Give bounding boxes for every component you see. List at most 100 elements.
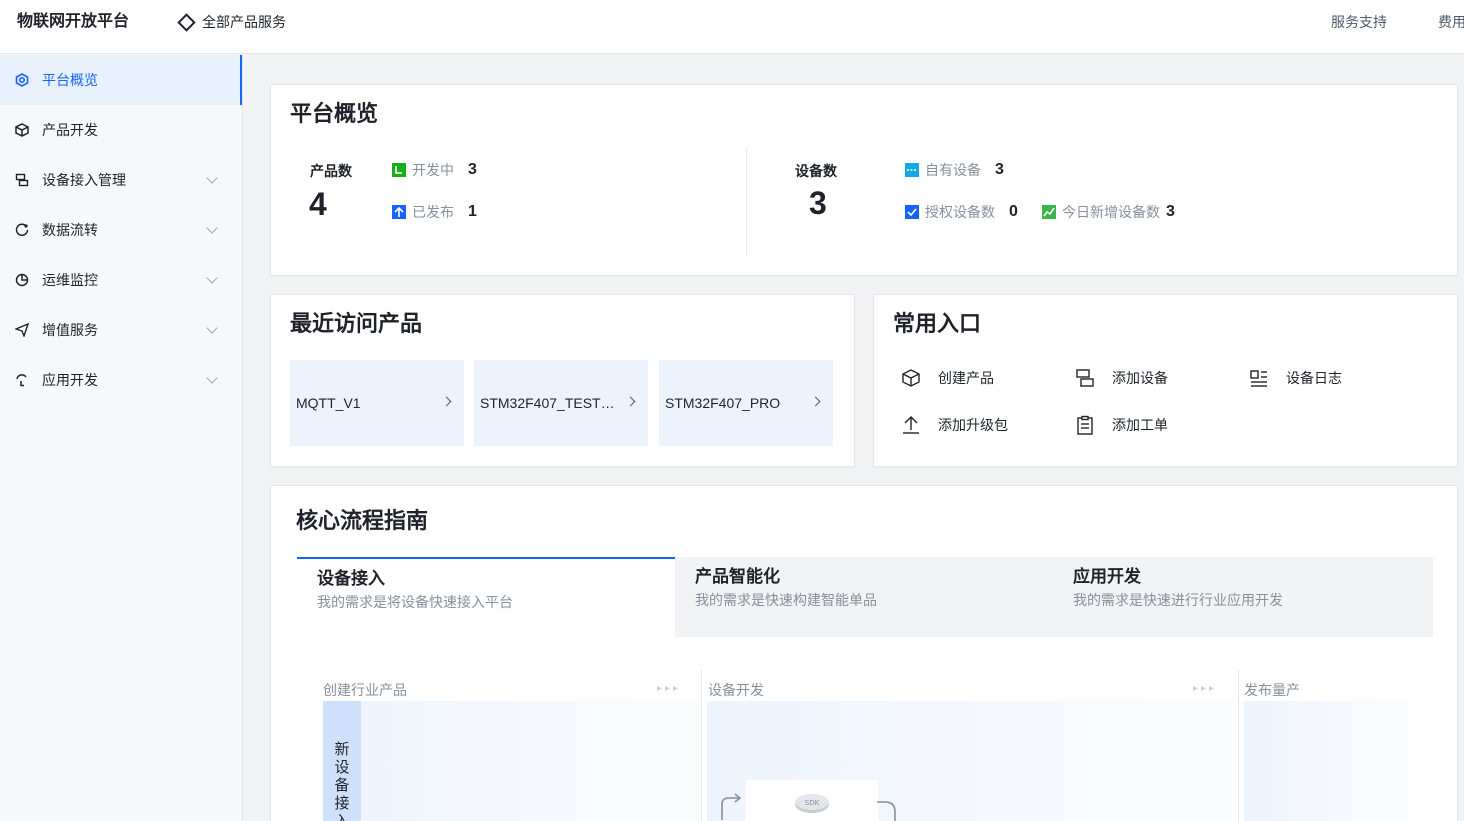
recent-product-name: MQTT_V1 bbox=[296, 395, 361, 411]
entry-label: 添加设备 bbox=[1112, 370, 1168, 386]
tab-title: 应用开发 bbox=[1073, 567, 1141, 586]
entry-label: 添加工单 bbox=[1112, 417, 1168, 433]
product-count-label: 产品数 bbox=[310, 163, 352, 179]
device-count[interactable]: 3 bbox=[809, 185, 827, 221]
authorized-device-stat[interactable]: 授权设备数 0 bbox=[905, 202, 1018, 222]
sidebar-item-monitoring[interactable]: 运维监控 bbox=[0, 255, 242, 305]
tab-device-access[interactable]: 设备接入 我的需求是将设备快速接入平台 bbox=[297, 557, 675, 637]
loop-arrow-icon bbox=[721, 793, 742, 820]
step-mass-production: 发布量产 bbox=[1244, 682, 1300, 698]
diamond-icon bbox=[177, 12, 196, 32]
add-upgrade-package-entry[interactable]: 添加升级包 bbox=[900, 414, 1008, 436]
chevron-down-icon[interactable] bbox=[206, 372, 218, 384]
sdk-card: SDK bbox=[746, 780, 878, 821]
product-count[interactable]: 4 bbox=[309, 186, 327, 222]
recent-product-item[interactable]: STM32F407_PRO bbox=[659, 360, 833, 446]
overview-icon bbox=[14, 72, 30, 88]
chevron-down-icon[interactable] bbox=[206, 222, 218, 234]
add-work-order-entry[interactable]: 添加工单 bbox=[1074, 414, 1168, 436]
tab-title: 产品智能化 bbox=[695, 567, 780, 586]
own-device-icon bbox=[905, 163, 919, 177]
add-device-icon bbox=[1074, 367, 1096, 389]
brand-title[interactable]: 物联网开放平台 bbox=[17, 12, 129, 32]
pie-chart-icon bbox=[14, 272, 30, 288]
chevron-down-icon[interactable] bbox=[206, 272, 218, 284]
vertical-tab-label: 新设备接入 bbox=[334, 741, 350, 821]
tab-title: 设备接入 bbox=[317, 569, 385, 588]
chevron-right-icon bbox=[441, 396, 452, 407]
data-flow-icon bbox=[14, 222, 30, 238]
entry-label: 创建产品 bbox=[938, 370, 994, 386]
step-divider bbox=[701, 670, 702, 821]
chevron-right-icon bbox=[625, 396, 636, 407]
recent-product-item[interactable]: MQTT_V1 bbox=[290, 360, 464, 446]
authorized-device-count: 0 bbox=[1009, 203, 1018, 220]
sidebar-item-overview[interactable]: 平台概览 bbox=[0, 55, 242, 105]
step-panel-create bbox=[323, 701, 699, 821]
own-device-stat[interactable]: 自有设备 3 bbox=[905, 160, 1004, 180]
device-log-entry[interactable]: 设备日志 bbox=[1248, 367, 1342, 389]
sidebar-item-label: 产品开发 bbox=[42, 122, 98, 138]
recent-products-card: 最近访问产品 MQTT_V1 STM32F407_TEST… STM32F407… bbox=[270, 294, 855, 467]
own-device-count: 3 bbox=[995, 161, 1004, 178]
new-today-label: 今日新增设备数 bbox=[1062, 204, 1160, 220]
step-device-dev: 设备开发 bbox=[708, 682, 764, 698]
app-dev-icon bbox=[14, 372, 30, 388]
sidebar-item-value-added[interactable]: 增值服务 bbox=[0, 305, 242, 355]
overview-title: 平台概览 bbox=[290, 101, 379, 126]
top-bar: 物联网开放平台 全部产品服务 服务支持 费用 bbox=[0, 0, 1464, 54]
log-list-icon bbox=[1248, 367, 1270, 389]
sidebar-item-label: 应用开发 bbox=[42, 372, 98, 388]
sdk-label: SDK bbox=[805, 799, 820, 807]
authorized-device-label: 授权设备数 bbox=[925, 204, 995, 220]
sidebar-item-app-dev[interactable]: 应用开发 bbox=[0, 355, 242, 405]
recent-product-name: STM32F407_PRO bbox=[665, 395, 781, 411]
published-stat[interactable]: 已发布 1 bbox=[392, 202, 477, 222]
sidebar-item-label: 设备接入管理 bbox=[42, 172, 126, 188]
developing-stat[interactable]: 开发中 3 bbox=[392, 160, 477, 180]
overview-card: 平台概览 产品数 4 开发中 3 已发布 1 设备数 3 自有设备 3 授权设备… bbox=[270, 84, 1458, 276]
create-product-entry[interactable]: 创建产品 bbox=[900, 367, 994, 389]
device-access-icon bbox=[14, 172, 30, 188]
cube-icon bbox=[900, 367, 922, 389]
chevron-down-icon[interactable] bbox=[206, 322, 218, 334]
chevron-right-icon bbox=[810, 396, 821, 407]
core-guide-card: 核心流程指南 设备接入 我的需求是将设备快速接入平台 产品智能化 我的需求是快速… bbox=[270, 485, 1458, 821]
step-panel-production bbox=[1244, 701, 1407, 821]
all-products-label: 全部产品服务 bbox=[202, 14, 286, 30]
chevron-down-icon[interactable] bbox=[206, 172, 218, 184]
loop-arrow-icon bbox=[877, 801, 896, 821]
new-today-count: 3 bbox=[1166, 203, 1175, 220]
recent-product-name: STM32F407_TEST… bbox=[480, 395, 615, 411]
guide-tabs: 设备接入 我的需求是将设备快速接入平台 产品智能化 我的需求是快速构建智能单品 … bbox=[297, 557, 1433, 637]
step-create-product: 创建行业产品 bbox=[323, 682, 407, 698]
recent-products-title: 最近访问产品 bbox=[290, 311, 423, 336]
vertical-tab-new-device[interactable]: 新设备接入 bbox=[323, 701, 361, 821]
sidebar: 平台概览 产品开发 设备接入管理 数据流转 运维监控 增值服务 应用开发 bbox=[0, 55, 243, 821]
tab-subtitle: 我的需求是将设备快速接入平台 bbox=[317, 594, 513, 610]
entry-label: 设备日志 bbox=[1286, 370, 1342, 386]
step-divider bbox=[1238, 670, 1239, 821]
arrow-dots-icon: ▸▸▸ bbox=[657, 683, 682, 694]
cube-icon bbox=[14, 122, 30, 138]
published-label: 已发布 bbox=[412, 204, 454, 220]
common-entries-title: 常用入口 bbox=[893, 311, 982, 336]
sidebar-item-data-flow[interactable]: 数据流转 bbox=[0, 205, 242, 255]
tab-product-intelligence[interactable]: 产品智能化 我的需求是快速构建智能单品 bbox=[675, 557, 1053, 637]
common-entries-card: 常用入口 创建产品 添加设备 设备日志 添加升级包 添加工单 bbox=[873, 294, 1458, 467]
all-products-menu[interactable]: 全部产品服务 bbox=[177, 12, 286, 32]
sidebar-item-label: 数据流转 bbox=[42, 222, 98, 238]
published-count: 1 bbox=[468, 203, 477, 220]
arrow-dots-icon: ▸▸▸ bbox=[1193, 683, 1218, 694]
sidebar-item-device-access[interactable]: 设备接入管理 bbox=[0, 155, 242, 205]
core-guide-title: 核心流程指南 bbox=[296, 508, 429, 533]
add-device-entry[interactable]: 添加设备 bbox=[1074, 367, 1168, 389]
fees-link[interactable]: 费用 bbox=[1438, 12, 1464, 32]
recent-product-item[interactable]: STM32F407_TEST… bbox=[474, 360, 648, 446]
stats-divider bbox=[746, 149, 747, 255]
support-link[interactable]: 服务支持 bbox=[1331, 12, 1387, 32]
sidebar-item-label: 平台概览 bbox=[42, 72, 98, 88]
tab-app-development[interactable]: 应用开发 我的需求是快速进行行业应用开发 bbox=[1053, 557, 1431, 637]
sidebar-item-product-dev[interactable]: 产品开发 bbox=[0, 105, 242, 155]
new-today-stat[interactable]: 今日新增设备数 3 bbox=[1042, 202, 1175, 222]
